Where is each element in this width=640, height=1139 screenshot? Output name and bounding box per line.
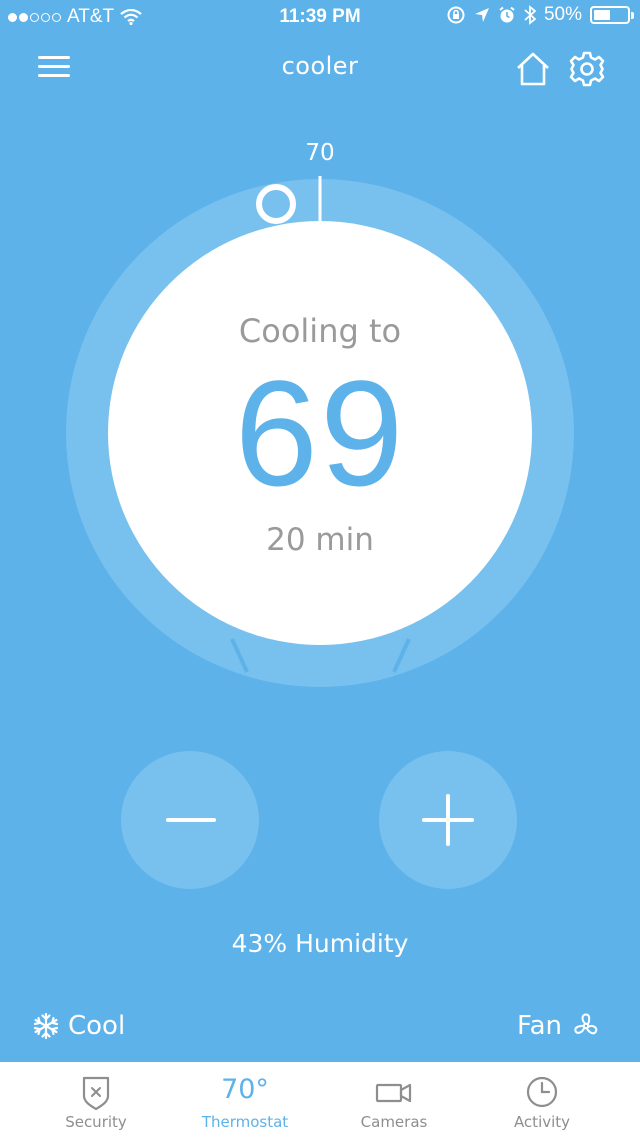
- tab-thermostat[interactable]: 70° Thermostat: [165, 1062, 325, 1139]
- tab-activity[interactable]: Activity: [462, 1062, 622, 1139]
- gear-icon[interactable]: [566, 48, 608, 90]
- location-icon: [474, 8, 489, 22]
- status-right: 50%: [446, 4, 634, 26]
- tab-cameras[interactable]: Cameras: [314, 1062, 474, 1139]
- dial-handle[interactable]: [256, 184, 296, 224]
- cooling-status-label: Cooling to: [238, 312, 402, 350]
- setpoint-marker-label: 70: [305, 140, 335, 166]
- alarm-icon: [499, 6, 515, 23]
- home-icon[interactable]: [512, 48, 554, 90]
- battery-icon: [590, 6, 634, 24]
- target-temperature: 69: [234, 349, 406, 517]
- header: cooler: [0, 40, 640, 96]
- status-bar: AT&T 11:39 PM 50%: [0, 0, 640, 34]
- minus-icon: [166, 818, 216, 822]
- thermostat-tab-temperature: 70°: [221, 1074, 269, 1105]
- camera-icon: [375, 1083, 412, 1103]
- snowflake-icon: [33, 1012, 59, 1040]
- clock-icon: [526, 1076, 558, 1108]
- cool-mode-label: Cool: [68, 1011, 126, 1041]
- increase-temperature-button[interactable]: [379, 751, 517, 889]
- decrease-temperature-button[interactable]: [121, 751, 259, 889]
- shield-icon: [82, 1076, 110, 1111]
- fan-mode-button[interactable]: Fan: [517, 1011, 600, 1041]
- battery-percent: 50%: [543, 4, 582, 25]
- tab-label: Cameras: [360, 1113, 428, 1131]
- fan-icon: [574, 1013, 598, 1035]
- fan-mode-label: Fan: [517, 1011, 562, 1041]
- tab-label: Thermostat: [201, 1113, 289, 1131]
- tab-bar: Security 70° Thermostat Cameras Activity: [0, 1062, 640, 1139]
- humidity-readout: 43% Humidity: [231, 929, 409, 958]
- tab-security[interactable]: Security: [16, 1062, 176, 1139]
- rotation-lock-icon: [447, 6, 465, 24]
- cool-mode-button[interactable]: Cool: [32, 1011, 125, 1041]
- tab-label: Security: [65, 1113, 127, 1131]
- time-remaining: 20 min: [266, 522, 374, 558]
- tab-label: Activity: [513, 1113, 571, 1131]
- bluetooth-icon: [524, 5, 536, 25]
